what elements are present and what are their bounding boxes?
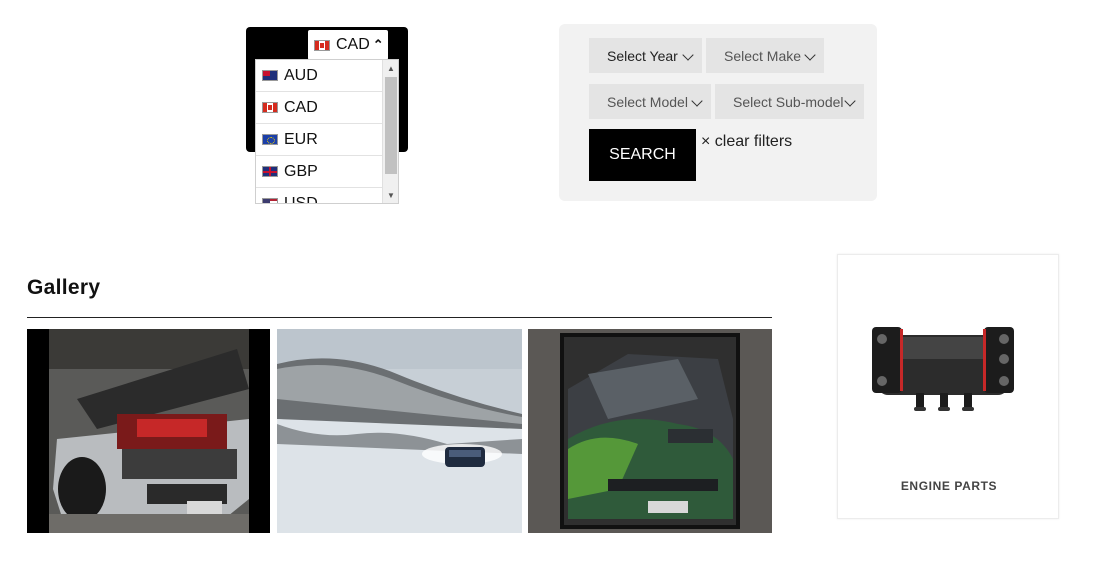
flag-eu-icon xyxy=(262,134,278,145)
currency-option-label: AUD xyxy=(284,66,318,84)
flag-au-icon xyxy=(262,70,278,81)
currency-current-code: CAD xyxy=(336,36,370,53)
select-make-label: Select Make xyxy=(724,47,802,64)
clear-filters-link[interactable]: × clear filters xyxy=(701,133,792,151)
scroll-down-arrow-icon[interactable]: ▼ xyxy=(383,187,398,203)
engine-part-catch-can-image xyxy=(872,327,1014,411)
currency-option-label: CAD xyxy=(284,98,318,116)
currency-option-label: EUR xyxy=(284,130,318,148)
chevron-down-icon xyxy=(691,95,703,107)
flag-us-icon xyxy=(262,198,278,203)
snow-drift-car-photo xyxy=(277,329,522,533)
chevron-down-icon xyxy=(844,95,856,107)
engine-parts-card[interactable]: ENGINE PARTS xyxy=(837,254,1059,519)
engine-parts-label: ENGINE PARTS xyxy=(900,479,998,493)
currency-option-cad[interactable]: CAD xyxy=(256,92,384,124)
select-submodel-label: Select Sub-model xyxy=(733,93,844,110)
select-model-label: Select Model xyxy=(607,93,688,110)
gallery-image-green-sedan[interactable] xyxy=(528,329,772,533)
currency-dropdown-list[interactable]: AUD CAD EUR GBP USD ▲ ▼ xyxy=(255,59,399,204)
scroll-thumb[interactable] xyxy=(385,77,397,174)
chevron-down-icon xyxy=(804,49,816,61)
chevron-up-icon: ⌃ xyxy=(372,37,384,52)
dropdown-scrollbar[interactable]: ▲ ▼ xyxy=(382,60,398,203)
flag-ca-icon xyxy=(314,39,330,51)
gallery-image-snow-drift[interactable] xyxy=(277,329,522,533)
flag-gb-icon xyxy=(262,166,278,177)
currency-option-usd[interactable]: USD xyxy=(256,188,384,204)
chevron-down-icon xyxy=(682,49,694,61)
currency-option-label: USD xyxy=(284,194,318,204)
scroll-up-arrow-icon[interactable]: ▲ xyxy=(383,60,398,76)
currency-option-gbp[interactable]: GBP xyxy=(256,156,384,188)
currency-current-button[interactable]: CAD ⌃ xyxy=(308,30,388,60)
flag-ca-icon xyxy=(262,102,278,113)
currency-option-eur[interactable]: EUR xyxy=(256,124,384,156)
engine-bay-car-photo xyxy=(27,329,270,533)
green-sedan-car-photo xyxy=(528,329,772,533)
select-year-label: Select Year xyxy=(607,47,678,64)
gallery-title: Gallery xyxy=(27,276,101,299)
search-button[interactable]: SEARCH xyxy=(589,129,696,181)
select-model-dropdown[interactable]: Select Model xyxy=(589,84,711,119)
select-year-dropdown[interactable]: Select Year xyxy=(589,38,702,73)
currency-option-aud[interactable]: AUD xyxy=(256,60,384,92)
currency-option-label: GBP xyxy=(284,162,318,180)
vehicle-filter-panel: Select Year Select Make Select Model Sel… xyxy=(559,24,877,201)
select-submodel-dropdown[interactable]: Select Sub-model xyxy=(715,84,864,119)
page: CAD ⌃ AUD CAD EUR GBP USD ▲ ▼ Select Yea… xyxy=(0,0,1105,564)
gallery-divider xyxy=(27,317,772,318)
gallery-image-engine-bay[interactable] xyxy=(27,329,270,533)
select-make-dropdown[interactable]: Select Make xyxy=(706,38,824,73)
